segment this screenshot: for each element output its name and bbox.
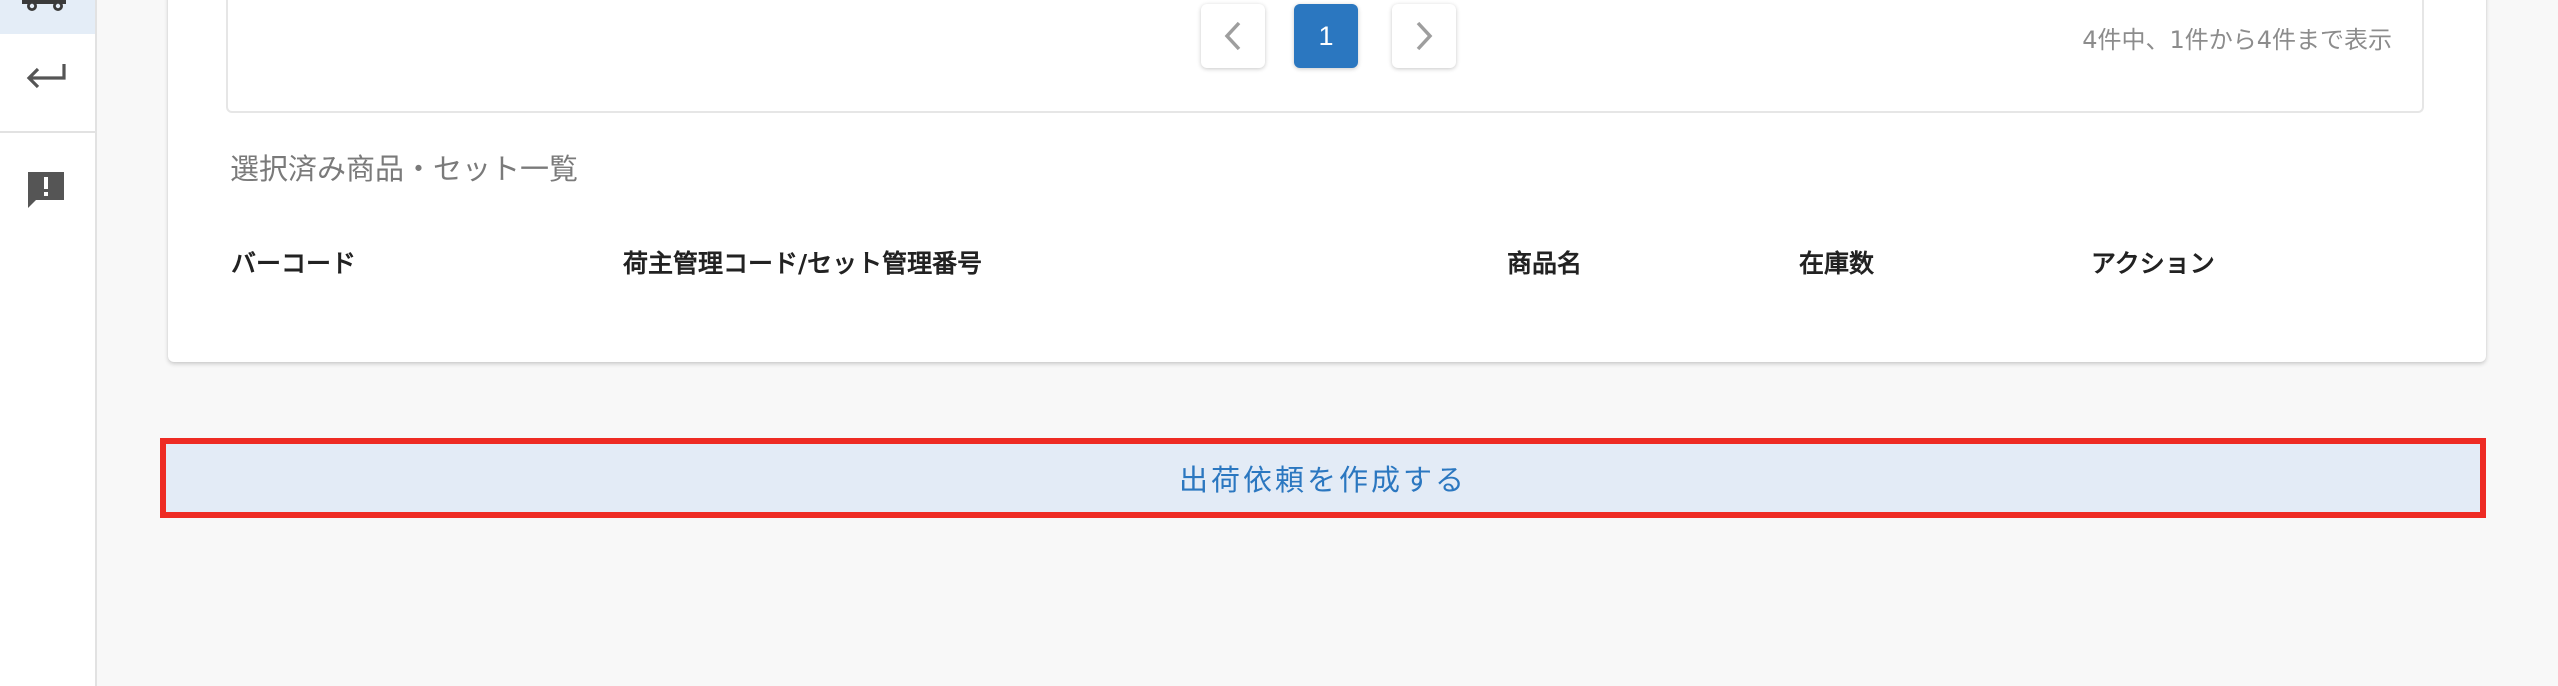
pagination-info: 4件中、1件から4件まで表示: [2082, 26, 2392, 54]
feedback-icon[interactable]: [24, 168, 68, 212]
sidebar-divider: [0, 131, 95, 133]
pagination-page-button[interactable]: 1: [1294, 4, 1358, 68]
sidebar: [0, 0, 97, 686]
column-header-action: アクション: [2091, 249, 2215, 278]
pagination-next-button[interactable]: [1392, 4, 1456, 68]
sidebar-item-shipping[interactable]: [0, 0, 95, 34]
pagination-prev-button[interactable]: [1201, 4, 1265, 68]
chevron-right-icon: [1416, 21, 1433, 51]
return-icon[interactable]: [24, 58, 68, 94]
chevron-left-icon: [1224, 21, 1241, 51]
selected-list-title: 選択済み商品・セット一覧: [230, 152, 579, 186]
truck-icon: [22, 0, 66, 11]
product-selection-card: 1 4件中、1件から4件まで表示 選択済み商品・セット一覧 バーコード 荷主管理…: [168, 0, 2486, 362]
product-list-panel: 1 4件中、1件から4件まで表示: [226, 0, 2424, 113]
create-shipping-request-button[interactable]: 出荷依頼を作成する: [160, 438, 2486, 518]
column-header-stock: 在庫数: [1799, 249, 1875, 278]
column-header-management-code: 荷主管理コード/セット管理番号: [623, 249, 983, 278]
column-header-product-name: 商品名: [1507, 249, 1583, 278]
column-header-barcode: バーコード: [231, 249, 357, 278]
create-shipping-request-label: 出荷依頼を作成する: [1178, 463, 1467, 497]
